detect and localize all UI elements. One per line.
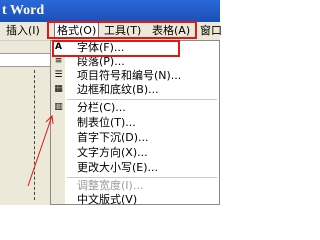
menu-separator <box>67 99 217 100</box>
border-icon: ▦ <box>54 84 63 94</box>
title-bar: t Word <box>0 0 220 22</box>
bullets-icon: ☰ <box>54 70 63 80</box>
menu-item-label: 中文版式(V) <box>77 193 138 206</box>
menu-insert[interactable]: 插入(I) <box>4 23 42 39</box>
menu-item-paragraph[interactable]: ≡ 段落(P)... <box>51 55 219 69</box>
annotation-arrow <box>27 114 54 187</box>
menu-window[interactable]: 窗口 <box>198 23 224 39</box>
menu-item-label: 首字下沉(D)... <box>77 131 149 144</box>
font-item-highlight <box>52 40 180 57</box>
menu-item-label: 更改大小写(E)... <box>77 161 159 174</box>
menu-separator <box>67 177 217 178</box>
menu-item-label: 段落(P)... <box>77 55 125 68</box>
menu-item-label: 调整宽度(I)... <box>77 179 144 192</box>
menu-item-label: 边框和底纹(B)... <box>77 83 159 96</box>
ruler <box>0 53 50 67</box>
menu-item-borders-shading[interactable]: ▦ 边框和底纹(B)... <box>51 83 219 97</box>
menubar-highlight <box>47 21 197 39</box>
window-title: t Word <box>2 3 45 18</box>
menu-item-asian-layout[interactable]: 中文版式(V) <box>51 193 219 207</box>
menu-item-bullets-numbering[interactable]: ☰ 项目符号和编号(N)... <box>51 69 219 83</box>
paragraph-icon: ≡ <box>54 56 63 66</box>
menu-item-label: 项目符号和编号(N)... <box>77 69 182 82</box>
menu-item-label: 文字方向(X)... <box>77 146 148 159</box>
